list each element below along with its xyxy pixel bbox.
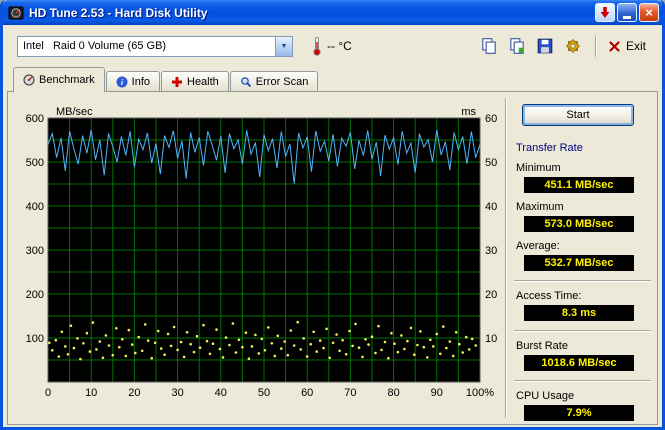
- drive-select-value: Intel Raid 0 Volume (65 GB): [23, 39, 167, 52]
- tab-bar: Benchmark i Info Health Error Scan: [3, 67, 662, 92]
- tab-info[interactable]: i Info: [105, 71, 160, 91]
- minimize-button[interactable]: [617, 3, 637, 22]
- svg-text:300: 300: [26, 245, 44, 257]
- svg-text:80: 80: [387, 387, 399, 399]
- temperature-value: -- °C: [327, 39, 352, 53]
- close-icon: ×: [645, 5, 653, 20]
- minimum-value: 451.1 MB/sec: [524, 177, 634, 193]
- toolbar-separator: [594, 35, 597, 57]
- average-value: 532.7 MB/sec: [524, 255, 634, 271]
- svg-text:90: 90: [431, 387, 443, 399]
- tab-error-scan[interactable]: Error Scan: [229, 71, 319, 91]
- separator: [514, 330, 651, 332]
- copy-screenshot-button[interactable]: [477, 34, 501, 58]
- benchmark-gauge-icon: [23, 74, 35, 85]
- magnifier-icon: [240, 76, 251, 87]
- svg-text:10: 10: [485, 333, 497, 345]
- svg-text:400: 400: [26, 201, 44, 213]
- access-time-label: Access Time:: [516, 290, 582, 302]
- toolbar: Intel Raid 0 Volume (65 GB) ▼ -- °C Exit: [3, 25, 662, 67]
- svg-text:30: 30: [171, 387, 183, 399]
- cpu-usage-label: CPU Usage: [516, 390, 575, 402]
- svg-text:20: 20: [485, 289, 497, 301]
- access-time-value: 8.3 ms: [524, 305, 634, 321]
- download-button[interactable]: [595, 3, 615, 22]
- svg-text:60: 60: [485, 113, 497, 125]
- svg-text:500: 500: [26, 157, 44, 169]
- vertical-separator: [505, 98, 507, 418]
- svg-text:600: 600: [26, 113, 44, 125]
- tab-health-label: Health: [187, 75, 219, 88]
- options-button[interactable]: [561, 34, 585, 58]
- download-arrow-icon: [600, 6, 610, 18]
- svg-text:ms: ms: [461, 106, 476, 118]
- svg-text:100: 100: [26, 333, 44, 345]
- transfer-rate-title: Transfer Rate: [516, 142, 583, 154]
- info-icon: i: [116, 76, 128, 87]
- chevron-down-icon[interactable]: ▼: [275, 36, 292, 56]
- svg-text:MB/sec: MB/sec: [56, 106, 93, 118]
- titlebar[interactable]: HD Tune 2.53 - Hard Disk Utility ×: [3, 0, 662, 25]
- gear-icon: [565, 38, 580, 54]
- tab-health[interactable]: Health: [161, 71, 229, 91]
- burst-rate-value: 1018.6 MB/sec: [524, 355, 634, 371]
- copy-image-button[interactable]: [505, 34, 529, 58]
- save-icon: [537, 38, 553, 54]
- svg-text:10: 10: [85, 387, 97, 399]
- drive-select[interactable]: Intel Raid 0 Volume (65 GB) ▼: [17, 35, 293, 57]
- svg-text:100%: 100%: [466, 387, 494, 399]
- svg-text:30: 30: [485, 245, 497, 257]
- svg-text:50: 50: [485, 157, 497, 169]
- svg-text:70: 70: [344, 387, 356, 399]
- tab-error-scan-label: Error Scan: [255, 75, 309, 88]
- tab-benchmark[interactable]: Benchmark: [13, 67, 105, 92]
- cpu-usage-value: 7.9%: [524, 405, 634, 421]
- svg-text:40: 40: [485, 201, 497, 213]
- exit-x-icon: [609, 40, 620, 52]
- svg-text:0: 0: [45, 387, 51, 399]
- health-cross-icon: [172, 76, 182, 87]
- average-label: Average:: [516, 240, 560, 252]
- tab-benchmark-label: Benchmark: [39, 73, 95, 86]
- maximum-value: 573.0 MB/sec: [524, 216, 634, 232]
- minimum-label: Minimum: [516, 162, 561, 174]
- svg-text:200: 200: [26, 289, 44, 301]
- benchmark-panel: 600 500 400 300 200 100 60 50 40 30 20 10 0 10 20 30 40 5…: [7, 91, 658, 425]
- svg-text:50: 50: [258, 387, 270, 399]
- separator: [514, 280, 651, 282]
- start-button[interactable]: Start: [522, 104, 634, 126]
- copy-image-icon: [510, 38, 524, 54]
- svg-text:60: 60: [301, 387, 313, 399]
- svg-text:40: 40: [215, 387, 227, 399]
- thermometer-icon: [311, 36, 323, 56]
- svg-text:20: 20: [128, 387, 140, 399]
- copy-icon: [482, 38, 496, 54]
- exit-label: Exit: [625, 39, 646, 53]
- results-panel: Start Transfer Rate Minimum 451.1 MB/sec…: [512, 98, 653, 421]
- benchmark-chart: 6005004003002001006050403020100 10 20 30 40 5…: [26, 106, 498, 399]
- exit-button[interactable]: Exit: [605, 37, 650, 55]
- window-title: HD Tune 2.53 - Hard Disk Utility: [29, 5, 208, 20]
- app-icon[interactable]: [8, 5, 24, 21]
- burst-rate-label: Burst Rate: [516, 340, 568, 352]
- hd-tune-window: HD Tune 2.53 - Hard Disk Utility × Intel…: [0, 0, 665, 430]
- tab-info-label: Info: [131, 75, 150, 88]
- save-button[interactable]: [533, 34, 557, 58]
- separator: [514, 380, 651, 382]
- maximum-label: Maximum: [516, 201, 564, 213]
- close-button[interactable]: ×: [639, 3, 659, 22]
- minimize-icon: [623, 15, 631, 19]
